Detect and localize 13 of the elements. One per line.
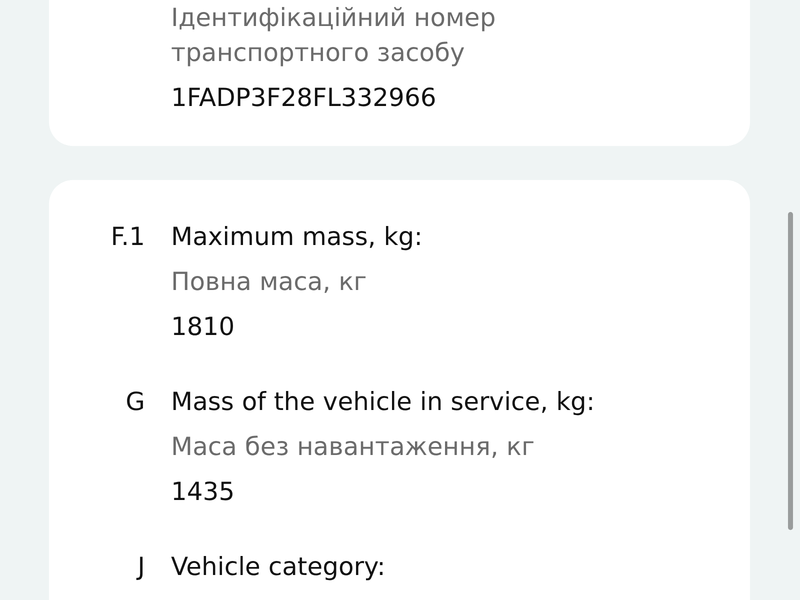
scrollbar-thumb[interactable] xyxy=(788,212,793,530)
field-translation: Маса без навантаження, кг xyxy=(171,430,535,462)
field-value: 1FADP3F28FL332966 xyxy=(171,82,436,114)
field-code: F.1 xyxy=(110,220,145,252)
field-label: Mass of the vehicle in service, kg: xyxy=(171,386,595,418)
field-label: Maximum mass, kg: xyxy=(171,220,423,252)
field-translation: Ідентифікаційний номер транспортного засобу xyxy=(171,2,497,69)
field-value: 1810 xyxy=(171,310,235,342)
field-code: J xyxy=(138,550,145,582)
field-code: G xyxy=(126,386,145,418)
field-translation: Повна маса, кг xyxy=(171,266,367,298)
field-value: 1435 xyxy=(171,476,235,508)
field-label: Vehicle category: xyxy=(171,550,386,582)
